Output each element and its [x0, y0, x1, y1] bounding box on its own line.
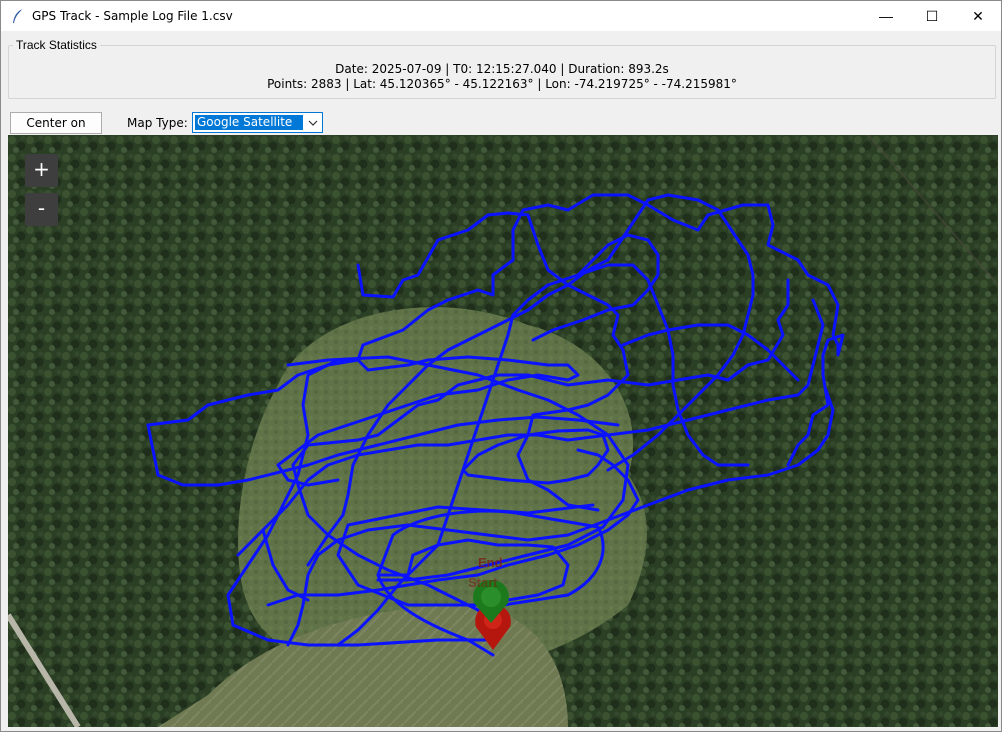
feather-icon: [13, 8, 24, 23]
start-marker-label: Start: [468, 575, 498, 590]
satellite-map[interactable]: End Start: [8, 135, 998, 727]
close-icon: ✕: [972, 7, 984, 24]
center-on-track-button[interactable]: Center on Track: [10, 112, 102, 150]
close-button[interactable]: ✕: [955, 1, 1001, 31]
title-bar[interactable]: GPS Track - Sample Log File 1.csv — ☐ ✕: [1, 1, 1001, 31]
chevron-down-icon[interactable]: [307, 117, 319, 129]
minimize-icon: —: [879, 8, 893, 24]
maximize-icon: ☐: [925, 7, 939, 24]
zoom-in-button[interactable]: +: [25, 154, 58, 187]
map-type-select[interactable]: Google Satellite: [192, 112, 323, 133]
map-type-selected-value: Google Satellite: [195, 115, 303, 130]
window-title: GPS Track - Sample Log File 1.csv: [32, 9, 233, 23]
minimize-button[interactable]: —: [863, 1, 909, 31]
map-type-label: Map Type:: [127, 116, 188, 130]
stats-line-date: Date: 2025-07-09 | T0: 12:15:27.040 | Du…: [335, 62, 669, 76]
map-view[interactable]: End Start + -: [8, 135, 998, 727]
app-window: GPS Track - Sample Log File 1.csv — ☐ ✕ …: [0, 0, 1002, 732]
end-marker-label: End: [478, 555, 503, 570]
zoom-out-button[interactable]: -: [25, 193, 58, 226]
stats-line-points: Points: 2883 | Lat: 45.120365° - 45.1221…: [267, 77, 737, 91]
maximize-button[interactable]: ☐: [909, 1, 955, 31]
track-statistics-legend: Track Statistics: [13, 38, 100, 52]
